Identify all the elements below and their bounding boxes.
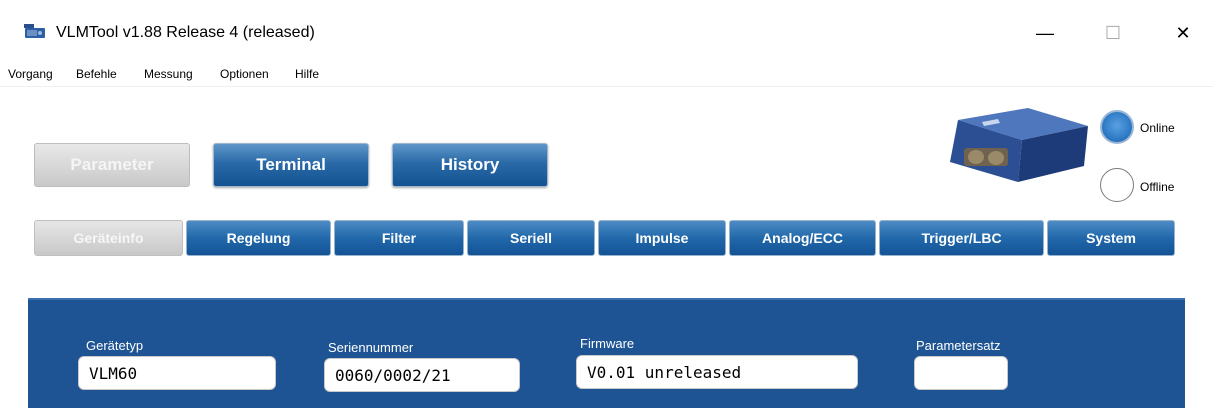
tab-filter[interactable]: Filter	[334, 220, 464, 256]
maximize-button[interactable]: ☐	[1090, 14, 1136, 52]
menu-messung[interactable]: Messung	[144, 67, 193, 81]
firmware-field: V0.01 unreleased	[576, 355, 858, 389]
close-icon: ✕	[1175, 22, 1191, 43]
tab-seriell[interactable]: Seriell	[467, 220, 595, 256]
minimize-button[interactable]: —	[1022, 14, 1068, 52]
menu-bar: Vorgang Befehle Messung Optionen Hilfe	[0, 63, 1213, 87]
tab-regelung[interactable]: Regelung	[186, 220, 331, 256]
menu-vorgang[interactable]: Vorgang	[8, 67, 53, 81]
device-info-panel: Gerätetyp VLM60 Seriennummer 0060/0002/2…	[28, 298, 1185, 408]
offline-radio[interactable]	[1100, 168, 1134, 202]
tab-system[interactable]: System	[1047, 220, 1175, 256]
terminal-button[interactable]: Terminal	[213, 143, 369, 187]
online-radio[interactable]	[1100, 110, 1134, 144]
history-button[interactable]: History	[392, 143, 548, 187]
geraetetyp-field: VLM60	[78, 356, 276, 390]
seriennummer-label: Seriennummer	[328, 340, 414, 355]
title-bar: VLMTool v1.88 Release 4 (released) — ☐ ✕	[0, 0, 1213, 63]
tab-analog-ecc[interactable]: Analog/ECC	[729, 220, 876, 256]
geraetetyp-label: Gerätetyp	[86, 338, 144, 353]
maximize-icon: ☐	[1104, 22, 1122, 43]
app-window: VLMTool v1.88 Release 4 (released) — ☐ ✕…	[0, 0, 1213, 408]
menu-hilfe[interactable]: Hilfe	[295, 67, 319, 81]
seriennummer-field: 0060/0002/21	[324, 358, 520, 392]
device-image	[950, 108, 1088, 182]
offline-label: Offline	[1140, 180, 1175, 194]
tab-impulse[interactable]: Impulse	[598, 220, 726, 256]
app-icon	[24, 24, 45, 38]
firmware-label: Firmware	[580, 336, 635, 351]
online-label: Online	[1140, 121, 1175, 135]
parameter-button[interactable]: Parameter	[34, 143, 190, 187]
parametersatz-label: Parametersatz	[916, 338, 1001, 353]
menu-optionen[interactable]: Optionen	[220, 67, 269, 81]
parametersatz-field	[914, 356, 1008, 390]
menu-befehle[interactable]: Befehle	[76, 67, 117, 81]
minimize-icon: —	[1036, 22, 1054, 43]
tab-geraeteinfo[interactable]: Geräteinfo	[34, 220, 183, 256]
window-title: VLMTool v1.88 Release 4 (released)	[56, 24, 315, 41]
close-button[interactable]: ✕	[1160, 14, 1206, 52]
tab-trigger-lbc[interactable]: Trigger/LBC	[879, 220, 1044, 256]
